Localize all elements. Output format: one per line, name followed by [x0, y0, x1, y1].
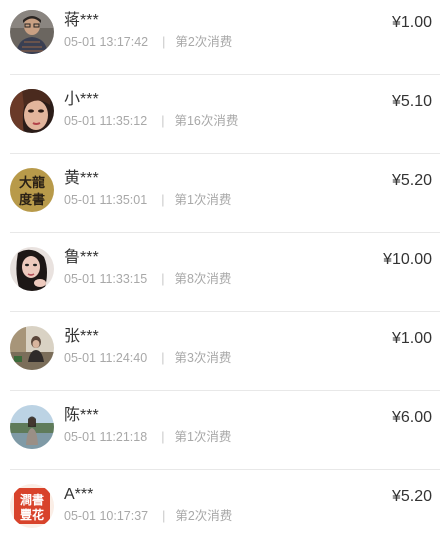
purchase-count: 第1次消费 — [174, 193, 232, 207]
avatar-man-glasses — [10, 10, 54, 54]
list-item[interactable]: 大龍 度書 黄*** 05-01 11:35:01 | 第1次消费 ¥5.20 — [10, 154, 440, 233]
record-time: 05-01 11:35:01 — [64, 193, 148, 207]
record-time: 05-01 11:33:15 — [64, 272, 148, 286]
record-meta: 05-01 11:33:15 | 第8次消费 — [64, 272, 231, 286]
separator: | — [161, 430, 165, 444]
amount: ¥5.20 — [391, 488, 432, 505]
amount: ¥5.20 — [391, 172, 432, 189]
purchase-count: 第16次消费 — [174, 114, 239, 128]
svg-text:豐花: 豐花 — [20, 507, 44, 522]
list-item[interactable]: 蒋*** 05-01 13:17:42 | 第2次消费 ¥1.00 — [10, 0, 440, 75]
avatar-woman-portrait — [10, 247, 54, 291]
consumption-record-list: 蒋*** 05-01 13:17:42 | 第2次消费 ¥1.00 小*** 05-… — [0, 0, 440, 543]
separator: | — [161, 193, 165, 207]
record-meta: 05-01 11:35:12 | 第16次消费 — [64, 114, 238, 128]
user-name: 陈*** — [64, 407, 99, 424]
separator: | — [162, 509, 166, 523]
record-meta: 05-01 10:17:37 | 第2次消费 — [64, 509, 232, 523]
purchase-count: 第2次消费 — [175, 35, 233, 49]
list-item[interactable]: 张*** 05-01 11:24:40 | 第3次消费 ¥1.00 — [10, 312, 440, 391]
amount: ¥1.00 — [391, 330, 432, 347]
avatar-outdoor-lake — [10, 405, 54, 449]
record-meta: 05-01 13:17:42 | 第2次消费 — [64, 35, 232, 49]
separator: | — [161, 351, 165, 365]
svg-text:度書: 度書 — [19, 192, 45, 208]
user-name: A*** — [64, 486, 94, 503]
record-time: 05-01 11:21:18 — [64, 430, 148, 444]
user-name: 蒋*** — [64, 12, 99, 29]
record-time: 05-01 11:35:12 — [64, 114, 148, 128]
record-meta: 05-01 11:21:18 | 第1次消费 — [64, 430, 231, 444]
purchase-count: 第3次消费 — [174, 351, 232, 365]
purchase-count: 第8次消费 — [174, 272, 232, 286]
list-item[interactable]: 小*** 05-01 11:35:12 | 第16次消费 ¥5.10 — [10, 75, 440, 154]
list-item[interactable]: 澗書 豐花 A*** 05-01 10:17:37 | 第2次消费 ¥5.20 — [10, 470, 440, 549]
svg-text:澗書: 澗書 — [20, 492, 44, 507]
record-meta: 05-01 11:35:01 | 第1次消费 — [64, 193, 231, 207]
user-name: 张*** — [64, 328, 99, 345]
avatar-red-seal: 澗書 豐花 — [10, 484, 54, 528]
avatar-room-scene — [10, 326, 54, 370]
amount: ¥10.00 — [383, 251, 432, 268]
avatar-woman-face — [10, 89, 54, 133]
purchase-count: 第1次消费 — [174, 430, 232, 444]
amount: ¥5.10 — [391, 93, 432, 110]
svg-text:大龍: 大龍 — [19, 175, 45, 191]
amount: ¥6.00 — [391, 409, 432, 426]
record-time: 05-01 11:24:40 — [64, 351, 148, 365]
separator: | — [161, 272, 165, 286]
record-time: 05-01 10:17:37 — [64, 509, 149, 523]
user-name: 黄*** — [64, 170, 99, 187]
user-name: 鲁*** — [64, 249, 99, 266]
record-meta: 05-01 11:24:40 | 第3次消费 — [64, 351, 231, 365]
user-name: 小*** — [64, 91, 99, 108]
record-time: 05-01 13:17:42 — [64, 35, 149, 49]
separator: | — [161, 114, 165, 128]
amount: ¥1.00 — [391, 14, 432, 31]
separator: | — [162, 35, 166, 49]
list-item[interactable]: 陈*** 05-01 11:21:18 | 第1次消费 ¥6.00 — [10, 391, 440, 470]
purchase-count: 第2次消费 — [175, 509, 233, 523]
list-item[interactable]: 鲁*** 05-01 11:33:15 | 第8次消费 ¥10.00 — [10, 233, 440, 312]
avatar-calligraphy: 大龍 度書 — [10, 168, 54, 212]
